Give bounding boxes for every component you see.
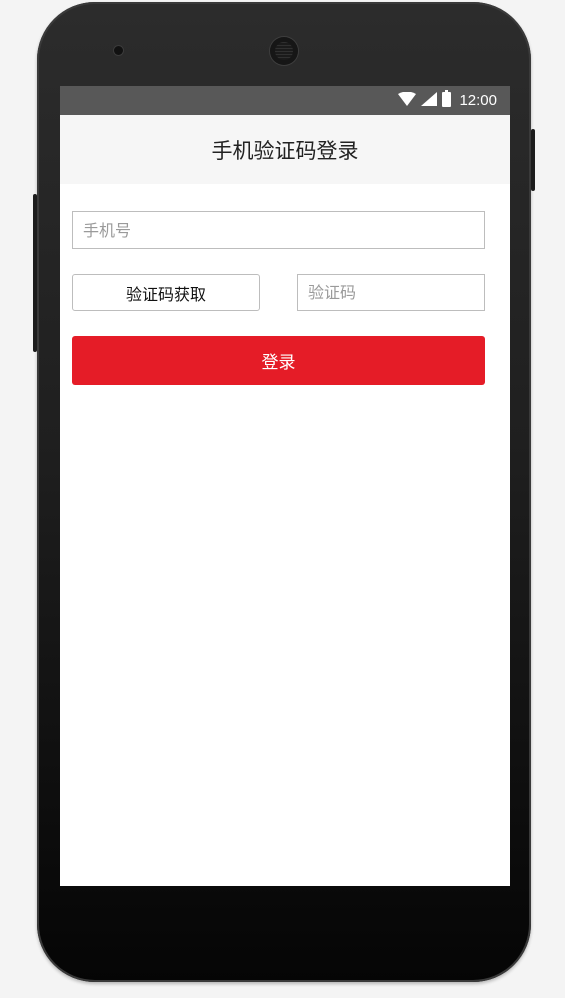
- battery-icon: [442, 90, 452, 111]
- phone-number-input[interactable]: [72, 211, 485, 249]
- page-title: 手机验证码登录: [60, 115, 510, 184]
- status-time: 12:00: [459, 92, 497, 109]
- phone-side-button-right: [531, 129, 535, 191]
- app-screen: 12:00 手机验证码登录 验证码获取 登录: [60, 86, 510, 886]
- signal-icon: [421, 91, 438, 110]
- phone-side-button-left: [33, 194, 37, 352]
- verification-code-input[interactable]: [297, 274, 485, 311]
- camera-icon: [270, 37, 298, 65]
- get-code-button[interactable]: 验证码获取: [72, 274, 260, 311]
- status-bar: 12:00: [60, 86, 510, 115]
- wifi-icon: [398, 91, 417, 110]
- login-button[interactable]: 登录: [72, 336, 485, 385]
- sensor-dot: [114, 46, 123, 55]
